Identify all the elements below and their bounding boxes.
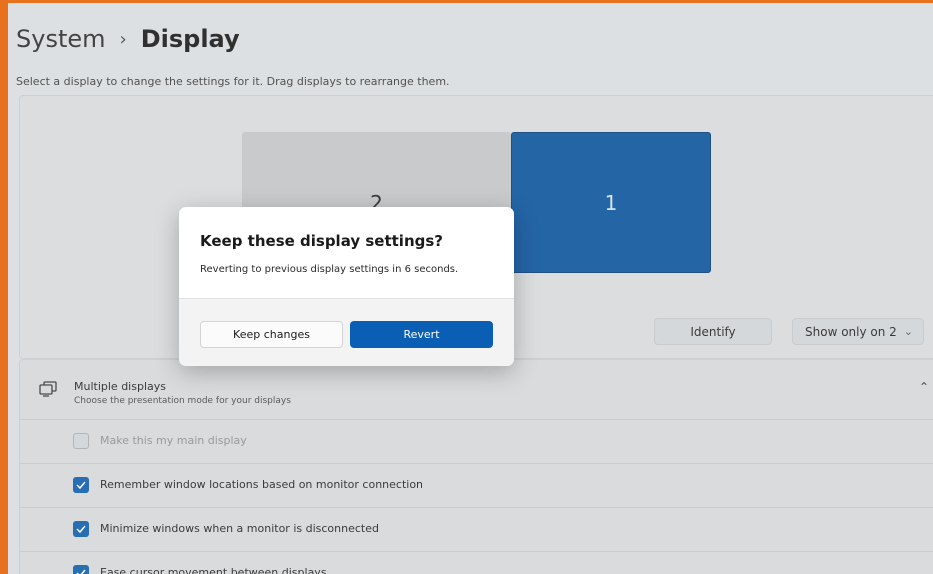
revert-button[interactable]: Revert [350,321,493,348]
keep-changes-button[interactable]: Keep changes [200,321,343,348]
dialog-title: Keep these display settings? [200,232,443,250]
dialog-footer: Keep changes Revert [179,298,514,366]
settings-page: System › Display Select a display to cha… [8,3,933,574]
keep-settings-dialog: Keep these display settings? Reverting t… [179,207,514,366]
app-window: System › Display Select a display to cha… [0,0,933,574]
dialog-message: Reverting to previous display settings i… [200,264,459,275]
